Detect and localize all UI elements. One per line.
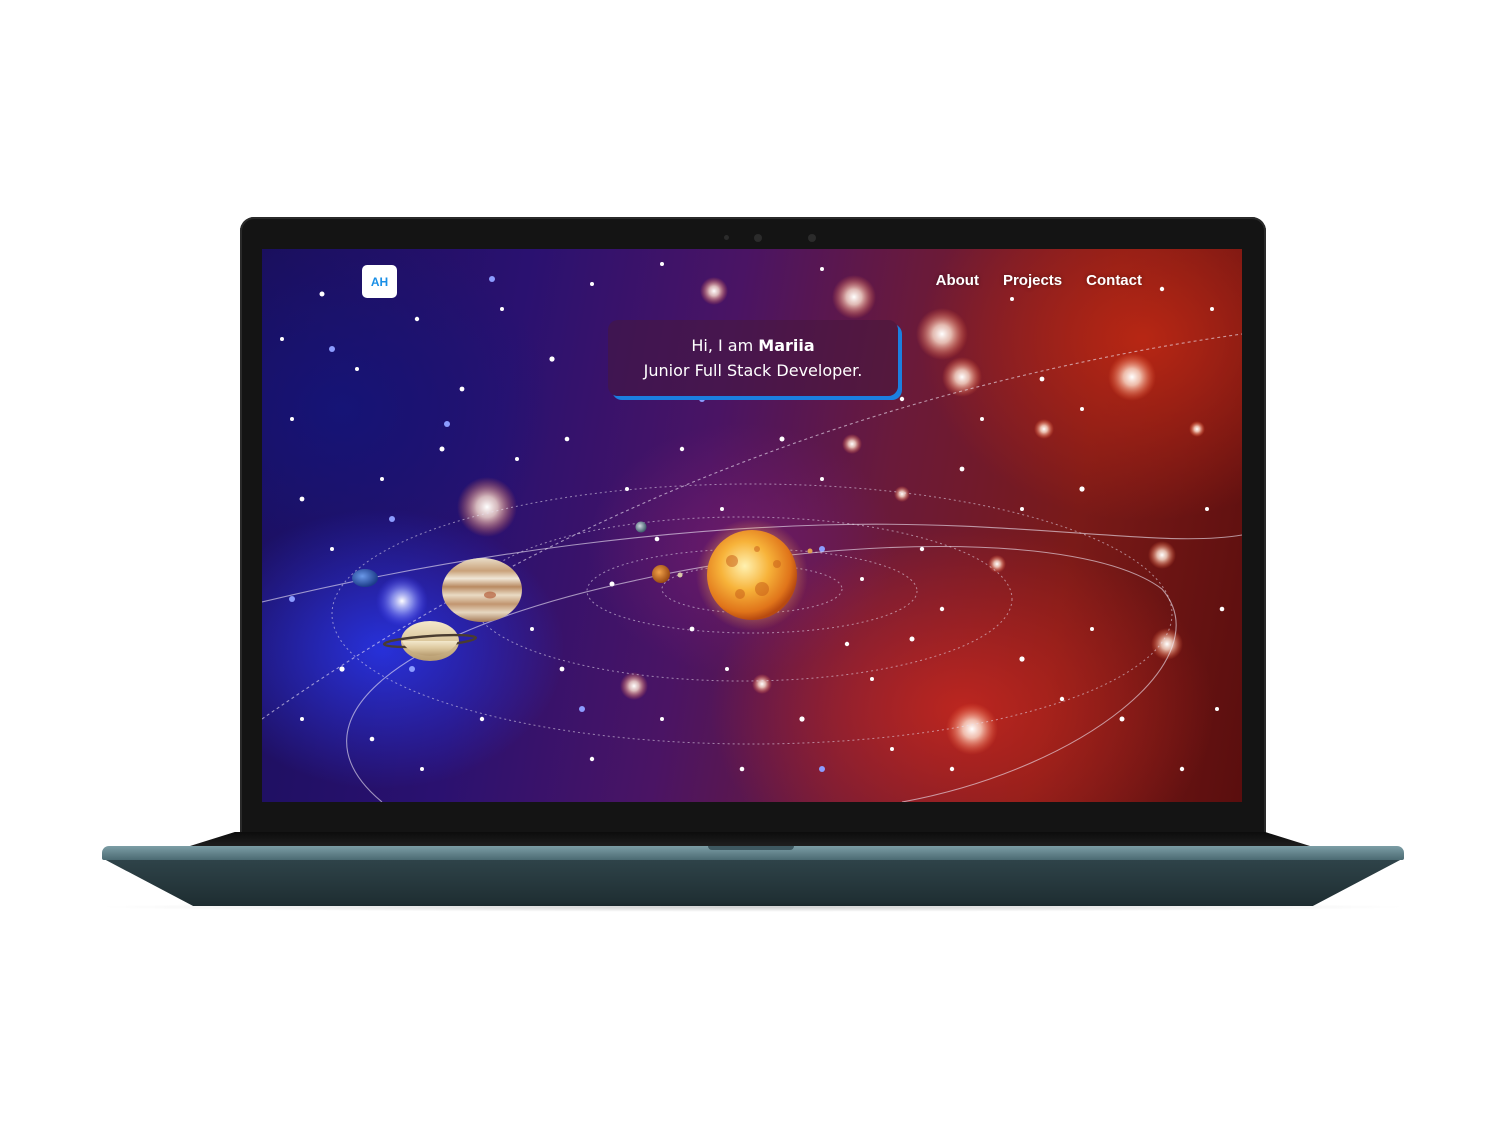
mars-planet[interactable] — [652, 565, 670, 583]
laptop-screen: AH About Projects Contact Hi, I am Marii… — [262, 249, 1242, 802]
intro-greeting: Hi, I am — [691, 336, 754, 355]
webcam-icon — [754, 234, 762, 242]
nav-link-projects[interactable]: Projects — [1003, 272, 1062, 289]
intro-name: Mariia — [758, 336, 815, 355]
site-logo[interactable]: AH — [362, 265, 397, 298]
laptop-shadow — [90, 902, 1416, 912]
laptop-lid-notch — [708, 846, 794, 850]
intro-role: Junior Full Stack Developer. — [643, 361, 863, 380]
nav-link-about[interactable]: About — [936, 272, 979, 289]
site-logo-text: AH — [370, 274, 389, 289]
neptune-planet[interactable] — [352, 569, 378, 587]
sensor-dot-icon — [724, 235, 729, 240]
venus-planet[interactable] — [807, 548, 813, 554]
mercury-planet[interactable] — [677, 572, 683, 578]
intro-card: Hi, I am Mariia Junior Full Stack Develo… — [608, 320, 898, 396]
intro-greeting-line: Hi, I am Mariia — [608, 333, 898, 358]
sun-planet[interactable] — [707, 530, 797, 620]
jupiter-planet[interactable] — [442, 558, 522, 622]
mockup-stage: AH About Projects Contact Hi, I am Marii… — [0, 0, 1500, 1125]
sensor-icon — [808, 234, 816, 242]
saturn-planet[interactable] — [382, 621, 478, 661]
main-nav: About Projects Contact — [936, 272, 1142, 289]
laptop-base-body — [102, 858, 1404, 906]
earth-planet[interactable] — [635, 521, 647, 533]
laptop-hinge — [190, 832, 1310, 846]
nav-link-contact[interactable]: Contact — [1086, 272, 1142, 289]
